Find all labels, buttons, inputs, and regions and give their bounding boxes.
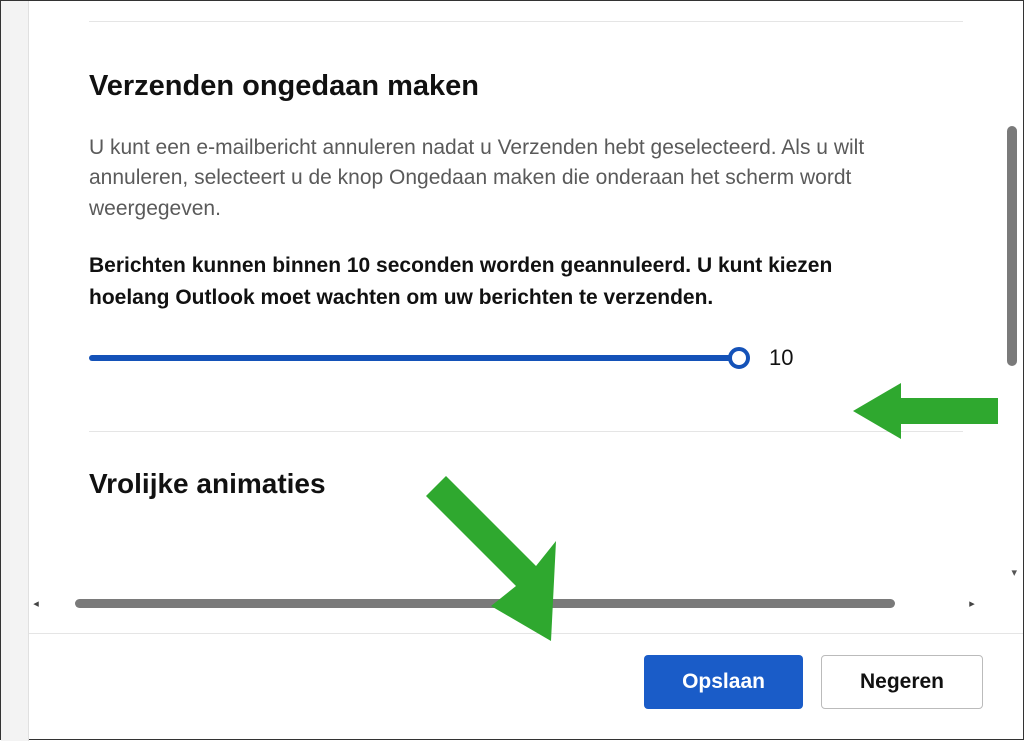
cancel-button[interactable]: Negeren bbox=[821, 655, 983, 709]
slider-thumb[interactable] bbox=[728, 347, 750, 369]
scroll-left-icon[interactable]: ◂ bbox=[29, 597, 43, 610]
undo-send-slider[interactable] bbox=[89, 347, 739, 369]
annotation-arrow-icon bbox=[421, 471, 591, 641]
save-button[interactable]: Opslaan bbox=[644, 655, 803, 709]
left-rail bbox=[1, 1, 29, 741]
scroll-right-icon[interactable]: ▸ bbox=[965, 597, 979, 610]
slider-value-label: 10 bbox=[769, 345, 793, 371]
scroll-down-icon[interactable]: ▾ bbox=[1011, 566, 1017, 579]
footer-actions: Opslaan Negeren bbox=[644, 655, 983, 709]
slider-track bbox=[89, 355, 739, 361]
vertical-scrollbar[interactable] bbox=[1007, 126, 1017, 366]
undo-send-instruction: Berichten kunnen binnen 10 seconden word… bbox=[89, 250, 869, 313]
divider bbox=[89, 431, 963, 432]
annotation-arrow-icon bbox=[853, 376, 998, 446]
undo-send-title: Verzenden ongedaan maken bbox=[89, 70, 963, 103]
undo-send-description: U kunt een e-mailbericht annuleren nadat… bbox=[89, 133, 869, 224]
divider bbox=[89, 21, 963, 22]
